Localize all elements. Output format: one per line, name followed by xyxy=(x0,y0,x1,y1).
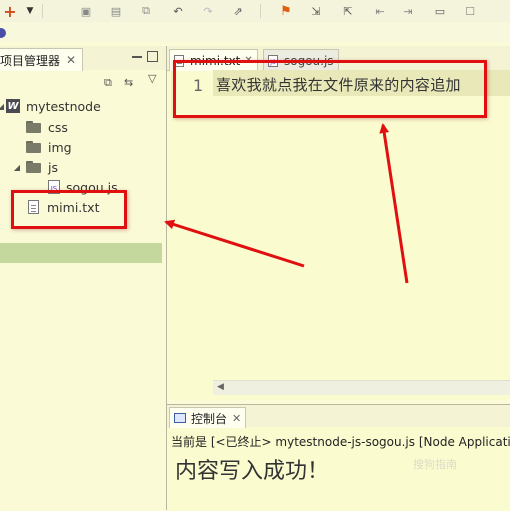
arrow-to-editor xyxy=(379,123,409,284)
arrow-to-file xyxy=(164,219,305,268)
annotation-arrows xyxy=(164,123,409,284)
